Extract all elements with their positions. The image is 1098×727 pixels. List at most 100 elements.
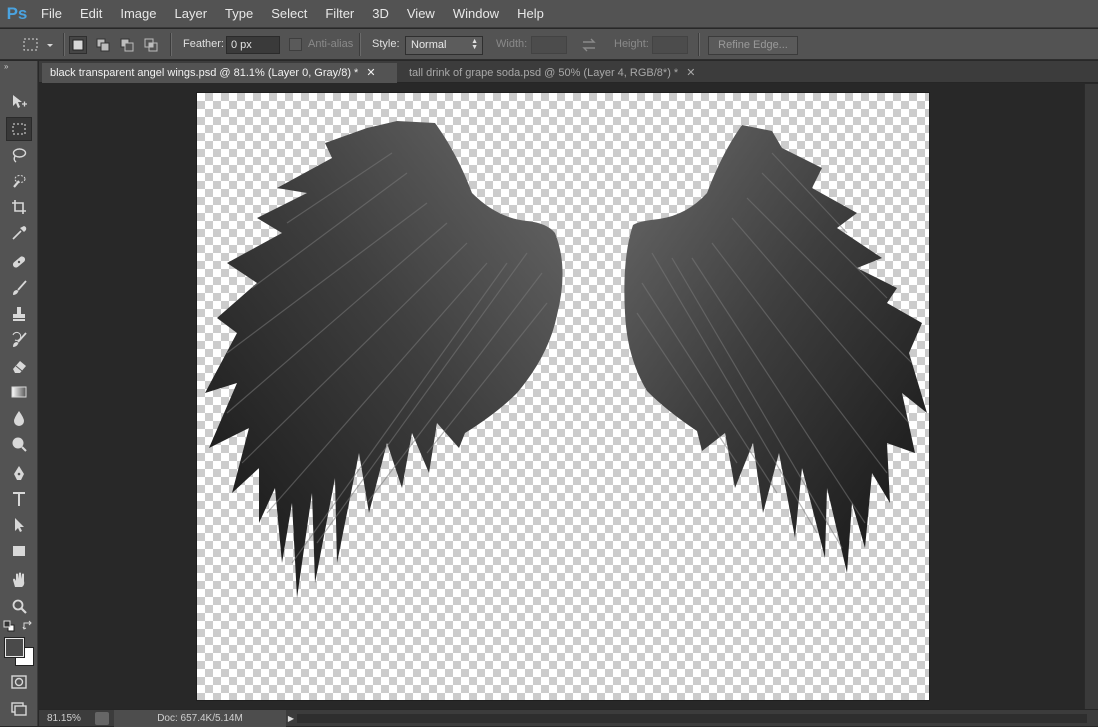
brush-tool[interactable]	[6, 276, 32, 300]
intersect-selection-button[interactable]	[142, 36, 160, 54]
quick-selection-icon	[13, 175, 26, 188]
clone-stamp-tool[interactable]	[6, 302, 32, 326]
screen-mode-button[interactable]	[6, 697, 32, 721]
type-tool[interactable]	[6, 487, 32, 511]
vertical-scrollbar[interactable]	[1084, 84, 1098, 709]
swap-arrows-icon	[582, 38, 596, 52]
rectangle-tool[interactable]	[6, 539, 32, 563]
angel-wings-artwork	[205, 121, 927, 598]
default-colors-button[interactable]	[3, 620, 15, 632]
clone-stamp-icon	[13, 307, 25, 321]
new-selection-button[interactable]	[69, 36, 87, 54]
options-separator	[359, 33, 361, 56]
quick-mask-button[interactable]	[6, 670, 32, 694]
swap-colors-button[interactable]	[22, 620, 34, 632]
subtract-selection-button[interactable]	[118, 36, 136, 54]
move-icon	[13, 95, 27, 108]
screen-mode-icon	[11, 702, 27, 716]
style-select[interactable]: Normal ▲ ▼	[405, 36, 483, 55]
add-selection-button[interactable]	[94, 36, 112, 54]
spot-healing-tool[interactable]	[6, 250, 32, 274]
intersect-selection-icon	[144, 38, 158, 52]
swap-width-height-button[interactable]	[580, 36, 598, 54]
document-canvas[interactable]	[197, 93, 929, 700]
menu-image[interactable]: Image	[111, 0, 165, 28]
blur-tool[interactable]	[6, 406, 32, 430]
quick-selection-tool[interactable]	[6, 169, 32, 193]
menu-filter[interactable]: Filter	[316, 0, 363, 28]
zoom-tool[interactable]	[6, 594, 32, 618]
lasso-tool[interactable]	[6, 143, 32, 167]
document-size-info: Doc: 657.4K/5.14M	[114, 710, 286, 727]
collapse-panel-icon[interactable]: »	[0, 61, 38, 73]
right-wing	[624, 125, 927, 573]
tab-grape-soda[interactable]: tall drink of grape soda.psd @ 50% (Laye…	[401, 63, 716, 83]
close-tab-icon[interactable]: ✕	[686, 67, 695, 79]
options-separator	[170, 33, 172, 56]
feather-label: Feather:	[183, 38, 224, 50]
tool-preset-picker[interactable]	[20, 36, 58, 54]
rectangle-icon	[13, 546, 25, 556]
lasso-icon	[12, 148, 27, 163]
eraser-tool[interactable]	[6, 354, 32, 378]
style-label: Style:	[372, 38, 400, 50]
crop-tool[interactable]	[6, 195, 32, 219]
menu-type[interactable]: Type	[216, 0, 262, 28]
options-separator	[63, 33, 65, 56]
gradient-tool[interactable]	[6, 380, 32, 404]
brush-icon	[13, 280, 27, 295]
eraser-icon	[13, 361, 26, 373]
height-input[interactable]	[652, 36, 688, 54]
hand-icon	[13, 572, 25, 587]
close-tab-icon[interactable]: ✕	[366, 67, 375, 79]
menu-view[interactable]: View	[398, 0, 444, 28]
eyedropper-tool[interactable]	[6, 221, 32, 245]
move-tool[interactable]	[6, 90, 32, 114]
menu-3d[interactable]: 3D	[363, 0, 398, 28]
blur-icon	[14, 411, 24, 426]
menu-file[interactable]: File	[32, 0, 71, 28]
menu-window[interactable]: Window	[444, 0, 508, 28]
quick-mask-icon	[11, 675, 27, 689]
menu-select[interactable]: Select	[262, 0, 316, 28]
foreground-color-swatch[interactable]	[4, 637, 25, 658]
crop-icon	[12, 200, 26, 214]
hand-tool[interactable]	[6, 568, 32, 592]
history-brush-icon	[12, 331, 27, 347]
left-wing	[205, 121, 563, 598]
menu-help[interactable]: Help	[508, 0, 553, 28]
eyedropper-icon	[12, 226, 27, 240]
antialias-label: Anti-alias	[308, 38, 354, 50]
zoom-level[interactable]: 81.15%	[47, 710, 81, 727]
refine-edge-button[interactable]: Refine Edge...	[708, 36, 798, 55]
path-selection-tool[interactable]	[6, 513, 32, 537]
document-tabs: black transparent angel wings.psd @ 81.1…	[39, 61, 1098, 83]
select-arrows-icon: ▲ ▼	[471, 38, 478, 51]
width-label: Width:	[496, 38, 528, 50]
history-brush-tool[interactable]	[6, 328, 32, 352]
rectangular-marquee-icon	[12, 123, 26, 135]
new-selection-icon	[72, 39, 84, 51]
dodge-tool[interactable]	[6, 432, 32, 456]
path-selection-icon	[15, 518, 24, 532]
style-select-value: Normal	[411, 39, 447, 51]
menu-layer[interactable]: Layer	[166, 0, 217, 28]
antialias-checkbox[interactable]	[289, 38, 302, 51]
default-colors-icon	[3, 620, 15, 632]
tab-angel-wings[interactable]: black transparent angel wings.psd @ 81.1…	[42, 63, 397, 83]
swap-colors-icon	[22, 620, 32, 630]
rectangular-marquee-tool[interactable]	[6, 117, 32, 141]
dodge-icon	[12, 437, 27, 452]
feather-input[interactable]: 0 px	[226, 36, 280, 54]
photoshop-logo: Ps	[6, 3, 28, 23]
options-separator	[698, 33, 700, 56]
menu-edit[interactable]: Edit	[71, 0, 111, 28]
width-input[interactable]	[531, 36, 567, 54]
horizontal-scrollbar[interactable]	[297, 714, 1087, 723]
status-bar: 81.15% Doc: 657.4K/5.14M ▶	[39, 709, 1098, 727]
status-menu-arrow-icon[interactable]: ▶	[285, 710, 297, 727]
tab-label: black transparent angel wings.psd @ 81.1…	[50, 67, 359, 79]
spot-healing-icon	[12, 256, 26, 268]
pen-tool[interactable]	[6, 461, 32, 485]
height-label: Height:	[614, 38, 649, 50]
